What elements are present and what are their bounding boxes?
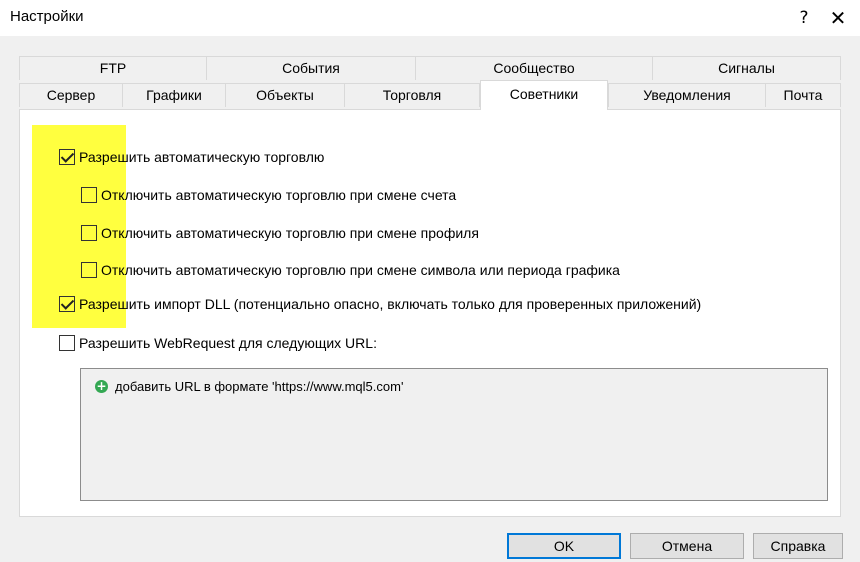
tab-objects[interactable]: Объекты [225, 83, 345, 107]
plus-circle-icon: + [95, 379, 108, 393]
tab-server[interactable]: Сервер [19, 83, 123, 107]
option-allow-webrequest[interactable]: Разрешить WebRequest для следующих URL: [59, 332, 377, 354]
option-allow-dll-import[interactable]: Разрешить импорт DLL (потенциально опасн… [59, 293, 701, 315]
option-disable-on-symbol-change[interactable]: Отключить автоматическую торговлю при см… [81, 259, 620, 281]
tab-email[interactable]: Почта [765, 83, 841, 107]
checkbox-disable-on-profile-change[interactable] [81, 225, 97, 241]
title-bar: Настройки ? ✕ [0, 0, 860, 36]
close-icon[interactable]: ✕ [818, 3, 858, 33]
tab-signals[interactable]: Сигналы [652, 56, 841, 80]
webrequest-url-list[interactable]: + добавить URL в формате 'https://www.mq… [80, 368, 828, 501]
tab-events[interactable]: События [206, 56, 416, 80]
option-label: Разрешить импорт DLL (потенциально опасн… [79, 296, 702, 312]
option-label: Разрешить автоматическую торговлю [79, 149, 325, 165]
tab-panel-expert-advisors: Разрешить автоматическую торговлю Отключ… [19, 109, 841, 517]
tab-ftp[interactable]: FTP [19, 56, 207, 80]
option-label: Отключить автоматическую торговлю при см… [101, 187, 457, 203]
tab-expert-advisors[interactable]: Советники [480, 80, 608, 110]
cancel-button[interactable]: Отмена [630, 533, 744, 559]
checkbox-disable-on-symbol-change[interactable] [81, 262, 97, 278]
window-title: Настройки [10, 8, 84, 25]
add-url-item[interactable]: + добавить URL в формате 'https://www.mq… [95, 379, 403, 394]
checkbox-disable-on-account-change[interactable] [81, 187, 97, 203]
checkbox-allow-webrequest[interactable] [59, 335, 75, 351]
tab-community[interactable]: Сообщество [415, 56, 653, 80]
option-label: Отключить автоматическую торговлю при см… [101, 225, 479, 241]
option-label: Разрешить WebRequest для следующих URL: [79, 335, 377, 351]
help-button[interactable]: Справка [753, 533, 843, 559]
option-label: Отключить автоматическую торговлю при см… [101, 262, 620, 278]
tab-trade[interactable]: Торговля [344, 83, 480, 107]
option-disable-on-profile-change[interactable]: Отключить автоматическую торговлю при см… [81, 222, 479, 244]
option-allow-algo-trading[interactable]: Разрешить автоматическую торговлю [59, 146, 324, 168]
tab-charts[interactable]: Графики [122, 83, 226, 107]
add-url-label: добавить URL в формате 'https://www.mql5… [115, 379, 404, 394]
option-disable-on-account-change[interactable]: Отключить автоматическую торговлю при см… [81, 184, 456, 206]
tab-notifications[interactable]: Уведомления [608, 83, 766, 107]
checkbox-allow-dll-import[interactable] [59, 296, 75, 312]
checkbox-allow-algo-trading[interactable] [59, 149, 75, 165]
ok-button[interactable]: OK [507, 533, 621, 559]
